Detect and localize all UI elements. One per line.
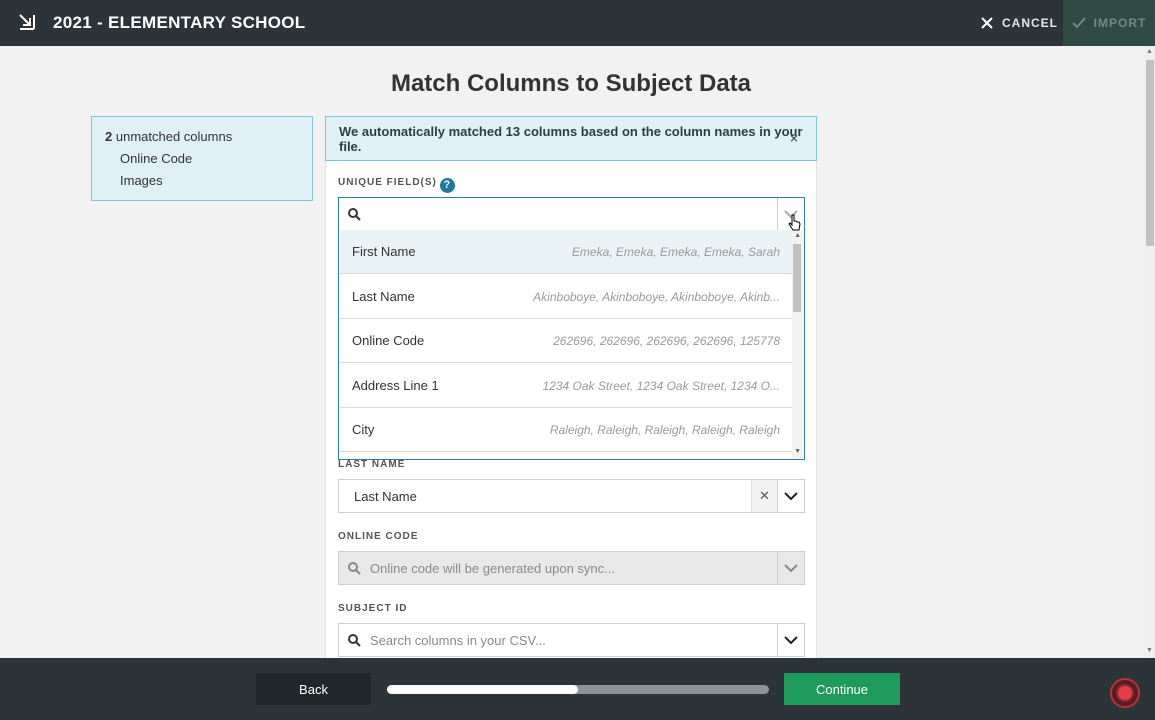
option-name: City — [352, 422, 375, 437]
chevron-down-icon[interactable] — [777, 480, 804, 512]
search-icon — [339, 207, 370, 221]
continue-button[interactable]: Continue — [784, 673, 900, 705]
top-bar: 2021 - ELEMENTARY SCHOOL CANCEL IMPORT — [0, 0, 1155, 46]
unique-fields-label-text: UNIQUE FIELD(S) — [338, 177, 437, 188]
clear-icon[interactable]: ✕ — [751, 480, 777, 512]
option-name: Online Code — [352, 333, 425, 348]
progress-fill — [387, 685, 578, 694]
option-sample: Akinboboye, Akinboboye, Akinboboye, Akin… — [533, 289, 780, 304]
search-icon — [339, 561, 370, 575]
import-label: IMPORT — [1093, 16, 1147, 30]
chevron-down-icon[interactable] — [777, 624, 804, 656]
last-name-select[interactable]: Last Name ✕ — [338, 479, 805, 513]
record-dot — [1116, 684, 1134, 702]
unmatched-count-label: unmatched columns — [115, 129, 233, 144]
option-name: Address Line 1 — [352, 378, 439, 393]
dropdown-scroll-down-icon[interactable]: ▼ — [794, 448, 801, 455]
unmatched-columns-panel: 2 unmatched columns Online Code Images — [91, 116, 313, 201]
last-name-label: LAST NAME — [338, 459, 406, 470]
subject-id-label: SUBJECT ID — [338, 603, 408, 614]
scroll-up-icon[interactable]: ▲ — [1146, 48, 1153, 55]
record-icon[interactable] — [1110, 678, 1140, 708]
dropdown-option[interactable]: Online Code 262696, 262696, 262696, 2626… — [340, 319, 792, 363]
unique-fields-label: UNIQUE FIELD(S)? — [338, 177, 455, 193]
option-name: First Name — [352, 244, 416, 259]
page-title: Match Columns to Subject Data — [390, 70, 752, 97]
check-icon — [1071, 17, 1086, 29]
unique-fields-dropdown[interactable]: First Name Emeka, Emeka, Emeka, Emeka, S… — [338, 230, 805, 460]
cancel-label: CANCEL — [1002, 16, 1058, 30]
dropdown-option[interactable]: Last Name Akinboboye, Akinboboye, Akinbo… — [340, 275, 792, 319]
unmatched-count-row: 2 unmatched columns — [105, 129, 299, 144]
unmatched-item: Images — [120, 173, 163, 188]
search-icon — [339, 633, 370, 647]
chevron-down-icon — [777, 552, 804, 584]
unmatched-count: 2 — [105, 129, 113, 144]
option-sample: Emeka, Emeka, Emeka, Emeka, Sarah — [571, 244, 780, 259]
progress-bar — [387, 685, 769, 694]
option-sample: Raleigh, Raleigh, Raleigh, Raleigh, Rale… — [549, 422, 780, 437]
page-header-title: 2021 - ELEMENTARY SCHOOL — [53, 13, 306, 32]
cancel-button[interactable]: CANCEL — [980, 0, 1058, 46]
help-icon[interactable]: ? — [439, 178, 455, 193]
last-name-value: Last Name — [354, 488, 417, 504]
auto-match-notice: We automatically matched 13 columns base… — [325, 116, 817, 161]
back-button[interactable]: Back — [256, 673, 371, 705]
option-sample: 1234 Oak Street, 1234 Oak Street, 1234 O… — [542, 378, 780, 393]
subject-id-placeholder[interactable]: Search columns in your CSV... — [370, 633, 777, 648]
pointer-cursor-icon — [788, 214, 801, 231]
scroll-down-icon[interactable]: ▼ — [1146, 647, 1153, 654]
footer-bar: Back Continue — [0, 658, 1155, 720]
dropdown-option[interactable]: Address Line 1 1234 Oak Street, 1234 Oak… — [340, 364, 792, 408]
unmatched-item: Online Code — [120, 151, 193, 166]
unique-fields-select[interactable] — [338, 197, 805, 231]
online-code-placeholder: Online code will be generated upon sync.… — [370, 560, 615, 576]
close-notice-button[interactable]: × — [790, 130, 798, 146]
notice-text: We automatically matched 13 columns base… — [339, 123, 803, 154]
option-name: Last Name — [352, 289, 415, 304]
option-sample: 262696, 262696, 262696, 262696, 125778 — [553, 333, 780, 348]
import-icon[interactable] — [17, 12, 37, 32]
online-code-label: ONLINE CODE — [338, 531, 419, 542]
dropdown-scrollbar-thumb[interactable] — [793, 244, 801, 312]
close-icon — [981, 17, 993, 29]
subject-id-select[interactable]: Search columns in your CSV... — [338, 623, 805, 657]
dropdown-option[interactable]: First Name Emeka, Emeka, Emeka, Emeka, S… — [340, 230, 792, 274]
dropdown-option[interactable]: City Raleigh, Raleigh, Raleigh, Raleigh,… — [340, 408, 792, 452]
import-button[interactable]: IMPORT — [1063, 0, 1155, 46]
page-scrollbar-thumb[interactable] — [1146, 60, 1154, 246]
online-code-select: Online code will be generated upon sync.… — [338, 551, 805, 585]
dropdown-scroll-up-icon[interactable]: ▲ — [794, 232, 801, 239]
